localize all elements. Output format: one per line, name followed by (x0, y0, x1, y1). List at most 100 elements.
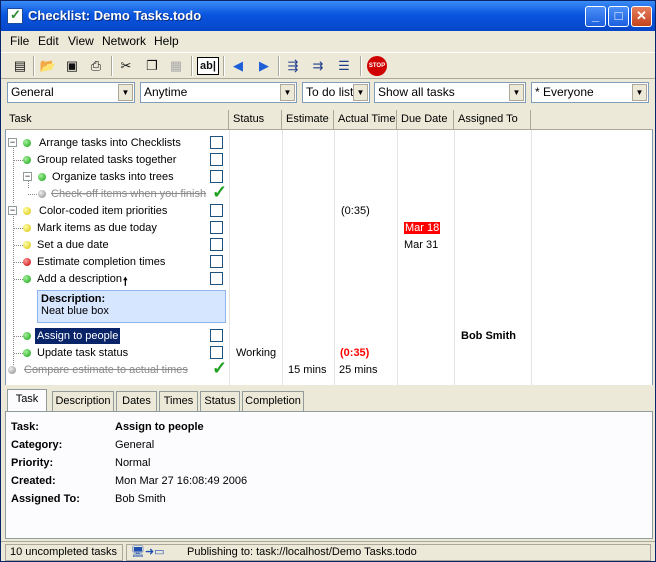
col-task[interactable]: Task (5, 110, 229, 130)
publishing-text: Publishing to: task://localhost/Demo Tas… (187, 546, 417, 558)
column-header: Task Status Estimate Actual Time Due Dat… (5, 110, 653, 130)
task-label: Color-coded item priorities (39, 205, 168, 217)
menu-bar: File Edit View Network Help (1, 31, 655, 51)
chevron-down-icon[interactable]: ▼ (280, 84, 295, 101)
priority-green-icon (38, 173, 46, 181)
task-row[interactable]: Add a description 🠕 (6, 271, 651, 288)
task-checkbox[interactable] (210, 255, 223, 268)
menu-help[interactable]: Help (154, 34, 179, 48)
menu-edit[interactable]: Edit (38, 34, 59, 48)
priority-green-icon (23, 349, 31, 357)
add-sibling-icon[interactable]: ⇶ (282, 55, 304, 77)
task-checkbox[interactable] (210, 272, 223, 285)
open-folder-icon[interactable]: 📂 (37, 55, 59, 77)
task-label: Arrange tasks into Checklists (39, 137, 181, 149)
collapse-icon[interactable]: − (23, 172, 32, 181)
time-select[interactable]: Anytime ▼ (140, 82, 297, 103)
arrow-right-icon[interactable]: ▶ (253, 55, 275, 77)
save-icon[interactable]: ▣ (61, 55, 83, 77)
network-publish-icon: 🖥➜▭ (131, 546, 165, 558)
task-checkbox[interactable] (210, 329, 223, 342)
col-status[interactable]: Status (229, 110, 282, 130)
tab-task[interactable]: Task (7, 389, 47, 411)
assignee-select[interactable]: * Everyone ▼ (531, 82, 649, 103)
list-icon[interactable]: ☰ (333, 55, 355, 77)
list-select[interactable]: To do list ▼ (302, 82, 370, 103)
task-label: Organize tasks into trees (52, 171, 174, 183)
checkmark-icon[interactable]: ✓ (212, 182, 227, 203)
chevron-down-icon[interactable]: ▼ (632, 84, 647, 101)
assigned-to: Bob Smith (461, 330, 516, 342)
task-checkbox[interactable] (210, 136, 223, 149)
menu-file[interactable]: File (10, 34, 29, 48)
col-due-date[interactable]: Due Date (397, 110, 454, 130)
priority-green-icon (23, 275, 31, 283)
task-row[interactable]: − Arrange tasks into Checklists (6, 135, 651, 152)
col-estimate[interactable]: Estimate (282, 110, 334, 130)
print-icon[interactable]: ⎙ (85, 55, 107, 77)
task-row[interactable]: − Color-coded item priorities (0:35) (6, 203, 651, 220)
collapse-icon[interactable]: − (8, 138, 17, 147)
paste-icon[interactable]: ▦ (165, 55, 187, 77)
actual-time: (0:35) (341, 205, 370, 217)
collapse-icon[interactable]: − (8, 206, 17, 215)
task-row-selected[interactable]: Assign to people Bob Smith (6, 328, 651, 345)
col-assigned-to[interactable]: Assigned To (454, 110, 531, 130)
stop-icon[interactable]: STOP (367, 56, 387, 76)
tab-description[interactable]: Description (52, 391, 114, 411)
tab-status[interactable]: Status (200, 391, 240, 411)
task-row[interactable]: Set a due date Mar 31 (6, 237, 651, 254)
toolbar: ▤ 📂 ▣ ⎙ ✂ ❐ ▦ ab| ◀ ▶ ⇶ ⇉ ☰ STOP (1, 52, 655, 79)
detail-tabs: Task Description Dates Times Status Comp… (5, 389, 653, 411)
show-select[interactable]: Show all tasks ▼ (374, 82, 526, 103)
task-row[interactable]: Update task status Working (0:35) (6, 345, 651, 362)
tab-times[interactable]: Times (159, 391, 198, 411)
tab-completion[interactable]: Completion (242, 391, 304, 411)
due-date: Mar 31 (404, 239, 439, 251)
maximize-button[interactable]: □ (608, 6, 629, 27)
task-label: Group related tasks together (37, 154, 177, 166)
task-row[interactable]: Compare estimate to actual times ✓ 15 mi… (6, 358, 651, 379)
task-list[interactable]: − Arrange tasks into Checklists Group re… (5, 130, 653, 385)
due-date-overdue: Mar 18 (404, 222, 441, 234)
priority-green-icon (23, 156, 31, 164)
tab-dates[interactable]: Dates (116, 391, 157, 411)
task-label: Compare estimate to actual times (24, 364, 188, 376)
cut-icon[interactable]: ✂ (115, 55, 137, 77)
new-file-icon[interactable]: ▤ (9, 55, 31, 77)
task-checkbox[interactable] (210, 221, 223, 234)
task-label: Assign to people (35, 328, 121, 344)
arrow-left-icon[interactable]: ◀ (227, 55, 249, 77)
task-row[interactable]: − Organize tasks into trees (6, 169, 651, 186)
detail-priority-label: Priority: (11, 457, 54, 469)
priority-red-icon (23, 258, 31, 266)
assignee-select-value: * Everyone (535, 85, 594, 99)
category-select[interactable]: General ▼ (7, 82, 135, 103)
task-label: Check-off items when you finish (51, 188, 207, 200)
task-row[interactable]: Estimate completion times (6, 254, 651, 271)
chevron-down-icon[interactable]: ▼ (509, 84, 524, 101)
detail-assigned-value: Bob Smith (115, 493, 166, 505)
task-row[interactable]: Check-off items when you finish ✓ (6, 182, 651, 203)
task-status: Working (236, 347, 277, 359)
task-checkbox[interactable] (210, 153, 223, 166)
description-box[interactable]: Description: Neat blue box (37, 290, 226, 323)
task-row[interactable]: Group related tasks together (6, 152, 651, 169)
add-child-icon[interactable]: ⇉ (307, 55, 329, 77)
menu-view[interactable]: View (68, 34, 94, 48)
task-label: Estimate completion times (37, 256, 166, 268)
menu-network[interactable]: Network (102, 34, 146, 48)
close-button[interactable]: ✕ (631, 6, 652, 27)
copy-icon[interactable]: ❐ (141, 55, 163, 77)
title-bar[interactable]: Checklist: Demo Tasks.todo _ □ ✕ (1, 1, 655, 31)
col-actual-time[interactable]: Actual Time (334, 110, 397, 130)
task-label: Add a description (37, 273, 122, 285)
task-row[interactable]: Mark items as due today Mar 18 (6, 220, 651, 237)
chevron-down-icon[interactable]: ▼ (118, 84, 133, 101)
rename-icon[interactable]: ab| (197, 57, 219, 75)
chevron-down-icon[interactable]: ▼ (353, 84, 368, 101)
checkmark-icon[interactable]: ✓ (212, 358, 227, 379)
task-checkbox[interactable] (210, 204, 223, 217)
task-checkbox[interactable] (210, 238, 223, 251)
minimize-button[interactable]: _ (585, 6, 606, 27)
